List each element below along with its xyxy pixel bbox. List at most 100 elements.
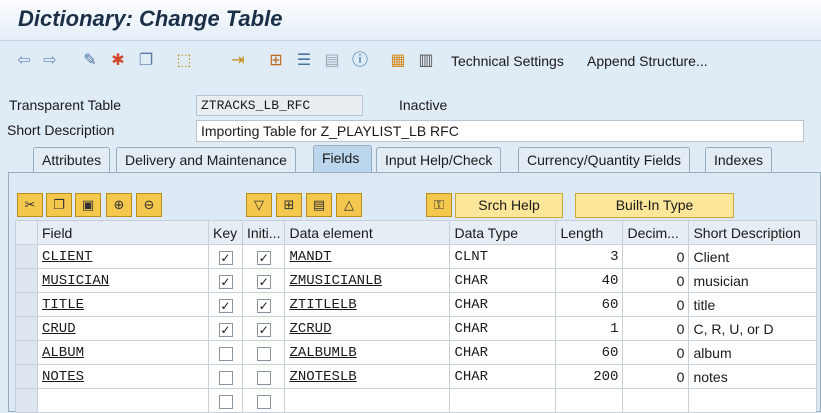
initial-checkbox[interactable] [256,370,271,385]
hierarchy-icon[interactable]: ⊞ [264,49,288,73]
key-checkbox-cell[interactable]: ✓ [208,268,243,293]
decimals-cell[interactable] [622,388,690,413]
srch-help-button[interactable]: Srch Help [455,193,563,218]
short-description-cell[interactable]: Client [688,244,818,269]
key-checkbox-cell[interactable]: ✓ [208,244,243,269]
row-selector[interactable] [15,364,38,389]
key-checkbox-cell[interactable]: ✓ [208,316,243,341]
initial-checkbox-cell[interactable] [241,388,286,413]
row-selector-header[interactable] [15,220,38,245]
data-type-cell[interactable]: CHAR [449,364,557,389]
field-name-cell[interactable]: MUSICIAN [37,268,209,293]
search-help-key-icon[interactable]: ⚿ [426,193,452,217]
field-name-cell[interactable]: CLIENT [37,244,209,269]
delete-row-icon[interactable]: ⊖ [136,193,162,217]
field-name-cell[interactable]: TITLE [37,292,209,317]
length-cell[interactable]: 200 [555,364,624,389]
key-checkbox[interactable]: ✓ [218,274,233,289]
tab-attributes[interactable]: Attributes [33,147,111,172]
field-name-cell[interactable] [37,388,209,413]
initial-checkbox-cell[interactable]: ✓ [241,268,286,293]
row-selector[interactable] [15,388,38,413]
initial-checkbox[interactable]: ✓ [256,322,271,337]
column-header-key[interactable]: Key [208,220,243,245]
data-type-cell[interactable]: CHAR [449,292,557,317]
decimals-cell[interactable]: 0 [622,316,690,341]
data-type-cell[interactable]: CLNT [449,244,557,269]
field-name-cell[interactable]: ALBUM [37,340,209,365]
tab-indexes[interactable]: Indexes [705,147,773,172]
built-in-type-button[interactable]: Built-In Type [575,193,734,218]
data-element-cell[interactable]: MANDT [284,244,451,269]
short-description-cell[interactable] [688,388,818,413]
length-cell[interactable]: 1 [555,316,624,341]
length-cell[interactable]: 3 [555,244,624,269]
layout-icon[interactable]: ▤ [320,49,344,73]
glasses-pencil-icon[interactable]: ✎ [78,49,102,73]
data-element-cell[interactable] [284,388,451,413]
short-description-input[interactable]: Importing Table for Z_PLAYLIST_LB RFC [196,120,804,142]
row-selector[interactable] [15,268,38,293]
column-header-decimals[interactable]: Decim... [622,220,690,245]
insert-row-icon[interactable]: ⊕ [106,193,132,217]
field-name-cell[interactable]: NOTES [37,364,209,389]
decimals-cell[interactable]: 0 [622,268,690,293]
column-header-short-description[interactable]: Short Description [688,220,818,245]
sort-up-icon[interactable]: △ [336,193,362,217]
initial-checkbox[interactable]: ✓ [256,298,271,313]
back-arrow-icon[interactable]: ⇦ [12,49,36,73]
data-type-cell[interactable]: CHAR [449,268,557,293]
tab-delivery-maintenance[interactable]: Delivery and Maintenance [116,147,296,172]
initial-checkbox[interactable]: ✓ [256,274,271,289]
short-description-cell[interactable]: musician [688,268,818,293]
forward-arrow-icon[interactable]: ⇨ [38,49,62,73]
field-name-cell[interactable]: CRUD [37,316,209,341]
initial-checkbox-cell[interactable]: ✓ [241,244,286,269]
short-description-cell[interactable]: album [688,340,818,365]
add-field-icon[interactable]: ⊞ [276,193,302,217]
row-selector[interactable] [15,316,38,341]
key-checkbox[interactable]: ✓ [218,250,233,265]
length-cell[interactable]: 60 [555,292,624,317]
copy-object-icon[interactable]: ❐ [134,49,158,73]
data-type-cell[interactable] [449,388,557,413]
field-detail-icon[interactable]: ▤ [306,193,332,217]
key-checkbox[interactable] [218,346,233,361]
row-selector[interactable] [15,340,38,365]
decimals-cell[interactable]: 0 [622,340,690,365]
initial-checkbox[interactable] [256,346,271,361]
initial-checkbox-cell[interactable] [241,340,286,365]
length-cell[interactable] [555,388,624,413]
tab-fields[interactable]: Fields [313,145,372,173]
length-cell[interactable]: 40 [555,268,624,293]
tab-currency-quantity[interactable]: Currency/Quantity Fields [518,147,691,172]
initial-checkbox-cell[interactable]: ✓ [241,292,286,317]
technical-settings-button[interactable]: Technical Settings [451,53,564,69]
key-checkbox[interactable]: ✓ [218,322,233,337]
row-selector[interactable] [15,292,38,317]
key-checkbox[interactable] [218,394,233,409]
append-structure-button[interactable]: Append Structure... [587,53,708,69]
filter-icon[interactable]: ▽ [246,193,272,217]
column-header-data-element[interactable]: Data element [284,220,451,245]
key-checkbox-cell[interactable] [208,388,243,413]
row-selector[interactable] [15,244,38,269]
length-cell[interactable]: 60 [555,340,624,365]
column-header-field[interactable]: Field [37,220,209,245]
cut-icon[interactable]: ✂ [17,193,43,217]
key-checkbox[interactable] [218,370,233,385]
short-description-cell[interactable]: C, R, U, or D [688,316,818,341]
tab-input-help-check[interactable]: Input Help/Check [376,147,502,172]
key-checkbox[interactable]: ✓ [218,298,233,313]
align-icon[interactable]: ☰ [292,49,316,73]
data-type-cell[interactable]: CHAR [449,340,557,365]
decimals-cell[interactable]: 0 [622,364,690,389]
data-type-cell[interactable]: CHAR [449,316,557,341]
activate-icon[interactable]: ✱ [106,49,130,73]
initial-checkbox-cell[interactable]: ✓ [241,316,286,341]
initial-checkbox[interactable]: ✓ [256,250,271,265]
decimals-cell[interactable]: 0 [622,244,690,269]
key-checkbox-cell[interactable] [208,340,243,365]
other-object-icon[interactable]: ⬚ [172,49,196,73]
data-element-cell[interactable]: ZTITLELB [284,292,451,317]
